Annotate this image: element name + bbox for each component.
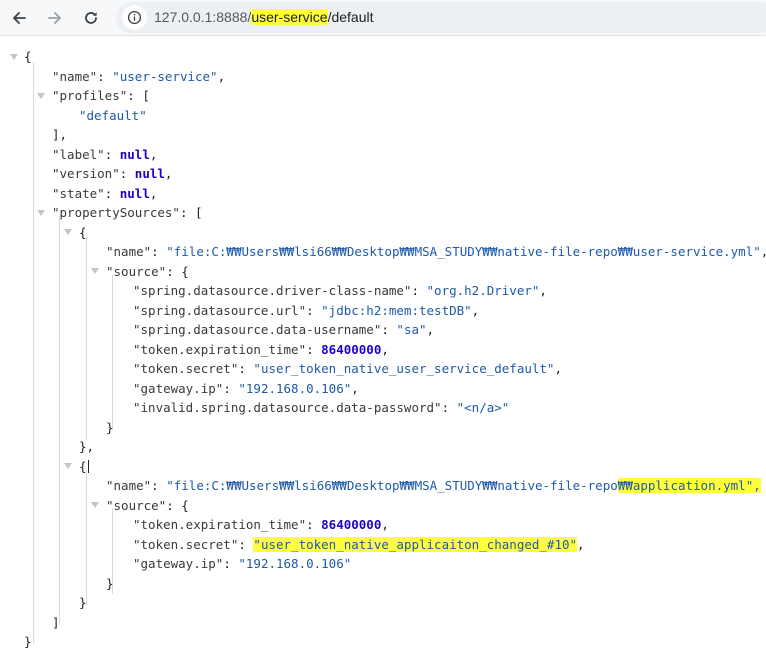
json-key: "token.secret"	[133, 537, 239, 552]
json-row-property: "spring.datasource.driver-class-name": "…	[133, 283, 547, 298]
indent-guide	[112, 275, 113, 430]
json-row-property: "invalid.spring.datasource.data-password…	[133, 400, 510, 415]
indent-guide	[86, 236, 87, 440]
json-row-property: "token.secret": "user_token_native_user_…	[133, 361, 562, 376]
json-value-name: "user-service"	[112, 69, 218, 84]
json-row-property: "gateway.ip": "192.168.0.106"	[133, 556, 352, 571]
json-value: "192.168.0.106"	[238, 381, 352, 396]
json-value: "<n/a>"	[456, 400, 510, 415]
json-row-profile-item: "default"	[79, 106, 147, 125]
json-close-propertysources: ]	[52, 615, 60, 630]
json-value-source-2-name-highlight: ₩₩application.yml",	[617, 478, 761, 493]
collapse-toggle-source-1-map[interactable]	[91, 268, 99, 274]
json-value-source-1-name: "file:C:₩₩Users₩₩lsi66₩₩Desktop₩₩MSA_STU…	[166, 244, 761, 259]
json-key: "token.secret"	[133, 361, 239, 376]
json-value: "user_token_native_user_service_default"	[253, 361, 555, 376]
json-row-property: "token.expiration_time": 86400000,	[133, 342, 389, 357]
json-close-root: }	[24, 634, 32, 649]
json-open-root: {	[24, 49, 32, 64]
json-value-label: null	[119, 147, 150, 162]
json-row-source-2-source: "source": {	[106, 498, 189, 513]
json-value: "sa"	[396, 322, 427, 337]
json-value: "org.h2.Driver"	[426, 283, 540, 298]
json-value: "jdbc:h2:mem:testDB"	[321, 303, 472, 318]
json-key: "gateway.ip"	[133, 556, 224, 571]
json-row-source-1-source: "source": {	[106, 264, 189, 279]
site-info-button[interactable]	[122, 5, 147, 30]
reload-icon	[85, 12, 97, 24]
collapse-toggle-source-1[interactable]	[64, 229, 72, 235]
json-close-source-2-map: }	[106, 576, 114, 591]
json-row-property: "gateway.ip": "192.168.0.106",	[133, 381, 359, 396]
json-row-property: "spring.datasource.url": "jdbc:h2:mem:te…	[133, 303, 480, 318]
browser-toolbar: 127.0.0.1:8888/user-service/default	[0, 0, 766, 36]
json-row-property: "spring.datasource.data-username": "sa",	[133, 322, 435, 337]
json-value-profile: "default"	[79, 108, 147, 123]
json-value: "192.168.0.106"	[238, 556, 352, 571]
collapse-toggle-propertysources[interactable]	[37, 210, 45, 216]
json-row-property: "token.expiration_time": 86400000,	[133, 517, 389, 532]
json-row-name: "name": "user-service",	[52, 69, 226, 84]
json-value: 86400000	[321, 342, 382, 357]
json-row-source-2-name: "name": "file:C:₩₩Users₩₩lsi66₩₩Desktop₩…	[106, 478, 761, 493]
collapse-toggle-profiles[interactable]	[37, 93, 45, 99]
address-bar[interactable]: 127.0.0.1:8888/user-service/default	[116, 2, 766, 33]
reload-button[interactable]	[77, 4, 105, 32]
text-cursor	[87, 460, 89, 473]
url-path-highlighted: user-service	[251, 9, 328, 25]
arrow-left-icon	[13, 12, 26, 24]
url-text[interactable]: 127.0.0.1:8888/user-service/default	[154, 9, 374, 25]
info-icon	[127, 10, 142, 25]
url-suffix: /default	[327, 9, 374, 25]
json-value: 86400000	[321, 517, 382, 532]
json-row-state: "state": null,	[52, 186, 158, 201]
collapse-toggle-source-2[interactable]	[64, 463, 72, 469]
json-row-label: "label": null,	[52, 147, 158, 162]
json-open-source-2: {	[79, 459, 89, 474]
json-close-profiles: ],	[52, 127, 68, 142]
forward-button[interactable]	[41, 4, 69, 32]
arrow-right-icon	[48, 12, 61, 24]
collapse-toggle-root[interactable]	[10, 54, 18, 60]
json-close-source-1-map: }	[106, 420, 114, 435]
json-close-source-2: }	[79, 595, 87, 610]
json-key: "invalid.spring.datasource.data-password…	[133, 400, 442, 415]
json-row-property: "token.secret": "user_token_native_appli…	[133, 537, 585, 552]
back-button[interactable]	[5, 4, 33, 32]
json-value-highlighted: "user_token_native_applicaiton_changed_#…	[253, 537, 578, 552]
indent-guide	[59, 216, 60, 624]
json-key: "spring.datasource.data-username"	[133, 322, 382, 337]
json-key: "gateway.ip"	[133, 381, 224, 396]
json-value-version: null	[134, 166, 165, 181]
json-close-source-1: },	[79, 439, 95, 454]
json-row-source-1-name: "name": "file:C:₩₩Users₩₩lsi66₩₩Desktop₩…	[106, 244, 766, 259]
json-key: "token.expiration_time"	[133, 342, 307, 357]
indent-guide	[33, 62, 34, 644]
json-value-state: null	[119, 186, 150, 201]
json-value-source-2-name: "file:C:₩₩Users₩₩lsi66₩₩Desktop₩₩MSA_STU…	[166, 478, 618, 493]
url-host: 127.0.0.1:8888/	[154, 9, 252, 25]
json-row-version: "version": null,	[52, 166, 173, 181]
json-row-profiles: "profiles": [	[52, 88, 150, 103]
indent-guide	[86, 470, 87, 605]
json-key: "spring.datasource.driver-class-name"	[133, 283, 412, 298]
collapse-toggle-source-2-map[interactable]	[91, 502, 99, 508]
json-key: "spring.datasource.url"	[133, 303, 307, 318]
json-open-source-1: {	[79, 225, 87, 240]
json-row-propertysources: "propertySources": [	[52, 205, 203, 220]
json-key: "token.expiration_time"	[133, 517, 307, 532]
